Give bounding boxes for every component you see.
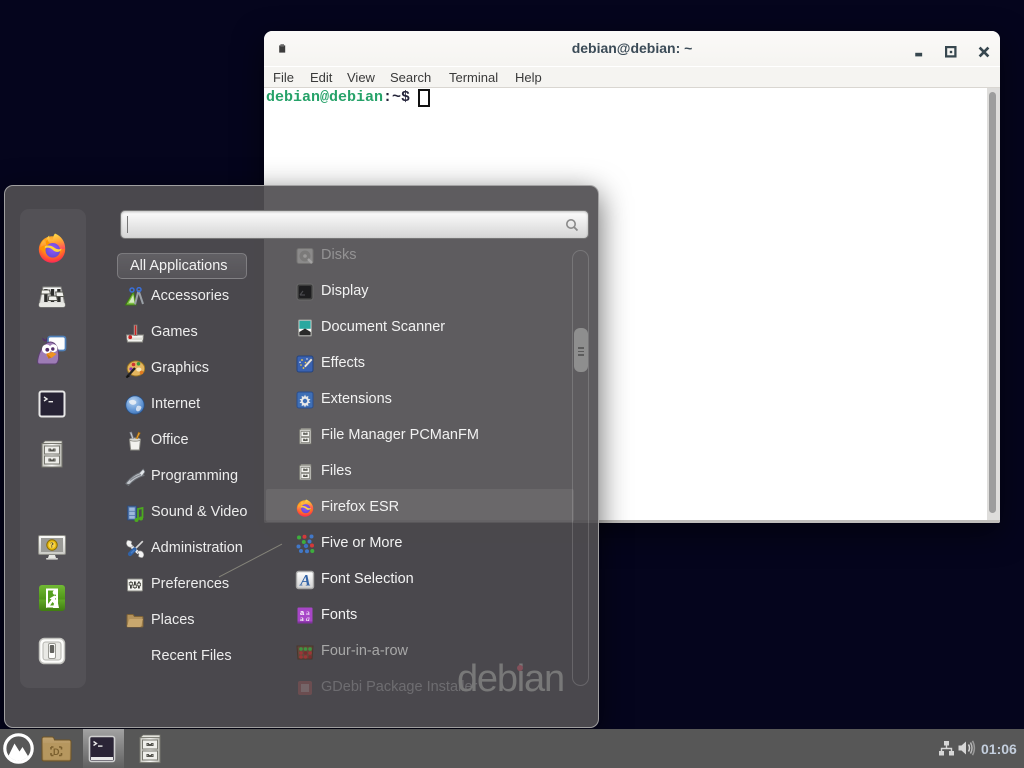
svg-text:?: ? [50, 542, 54, 550]
svg-text:D: D [53, 747, 60, 757]
svg-text:A: A [299, 573, 311, 590]
svg-text:a: a [306, 614, 310, 623]
svg-text:a: a [300, 614, 304, 623]
